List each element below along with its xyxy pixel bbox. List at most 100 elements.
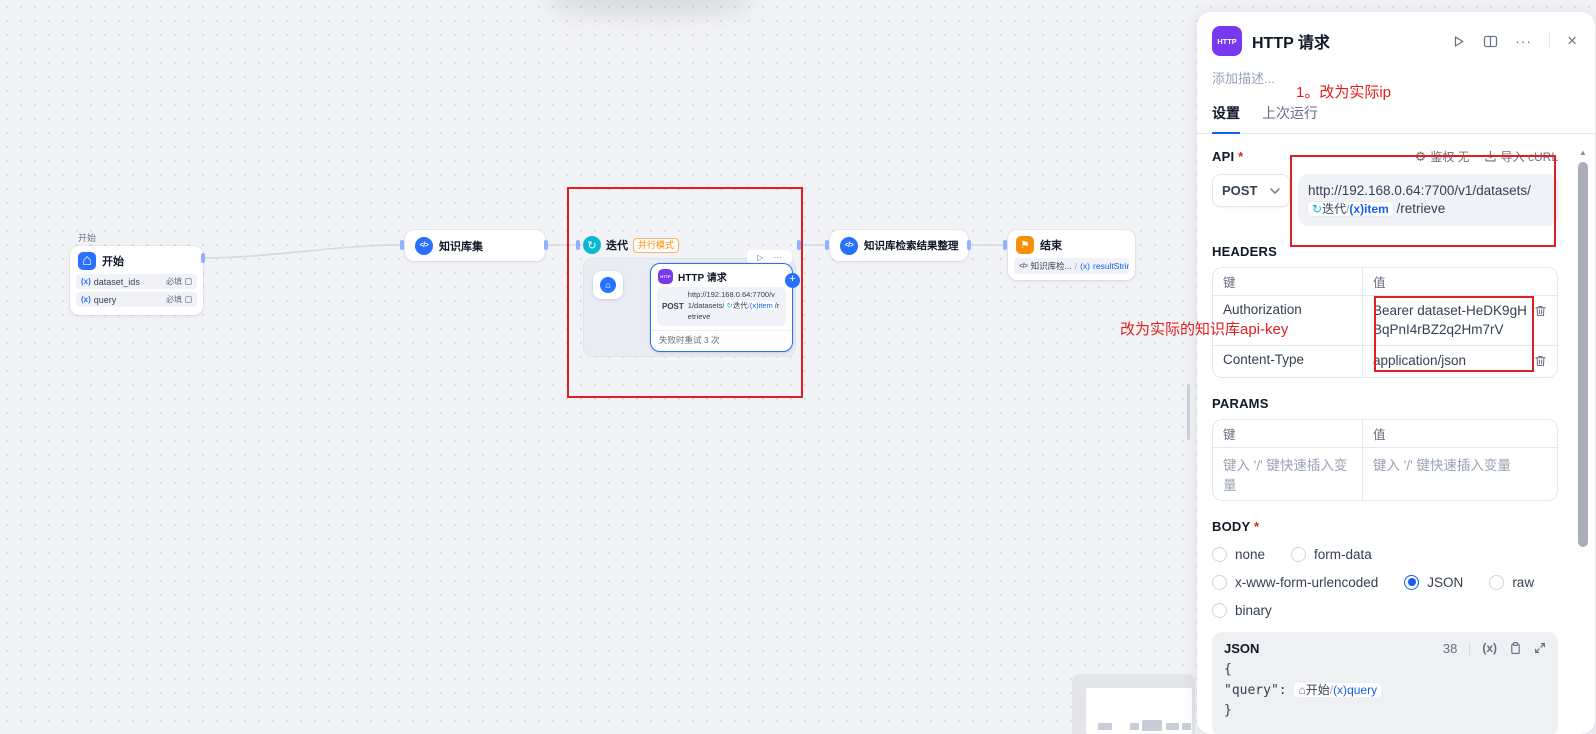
scrollbar-thumb[interactable] — [1578, 162, 1588, 547]
more-icon[interactable]: ··· — [774, 253, 782, 262]
body-type-binary[interactable]: binary — [1212, 603, 1272, 618]
organize-input-port[interactable] — [825, 240, 829, 250]
iteration-node-title: 迭代 — [606, 237, 628, 253]
radio-icon — [1212, 547, 1227, 562]
start-output-port[interactable] — [201, 253, 205, 263]
http-node-title: HTTP 请求 — [678, 269, 727, 284]
iteration-input-port[interactable] — [576, 240, 580, 250]
tab-settings[interactable]: 设置 — [1212, 103, 1240, 134]
kb-set-node-title: 知识库集 — [439, 238, 483, 254]
http-request-node[interactable]: HTTP HTTP 请求 POST http://192.168.0.64:77… — [650, 263, 793, 352]
import-curl-button[interactable]: 导入 cURL — [1484, 148, 1558, 165]
run-button[interactable] — [1451, 34, 1466, 49]
add-next-node-button[interactable]: + — [785, 273, 800, 288]
more-options-button[interactable]: ··· — [1515, 33, 1532, 49]
body-type-x-www-form-urlencoded[interactable]: x-www-form-urlencoded — [1212, 575, 1378, 590]
start-query-variable-badge: ⌂开始/(x)query — [1294, 683, 1381, 697]
http-icon: HTTP — [658, 269, 673, 284]
http-request-config-panel: HTTP HTTP 请求 ··· × 添加描述... 设置 上次运行 API *… — [1197, 12, 1595, 734]
home-icon: ⌂ — [600, 277, 616, 293]
description-input[interactable]: 添加描述... — [1197, 56, 1595, 87]
iteration-node-header[interactable]: ↻ 迭代 并行模式 — [583, 236, 679, 254]
col-value: 值 — [1363, 420, 1557, 447]
col-key: 键 — [1213, 268, 1363, 295]
divider — [1549, 33, 1550, 49]
panel-scrollbar[interactable]: ▲ — [1578, 148, 1588, 728]
json-editor-label: JSON — [1224, 641, 1443, 656]
field-type-icon — [185, 278, 192, 285]
organize-output-port[interactable] — [967, 240, 971, 250]
http-icon: HTTP — [1212, 26, 1242, 56]
char-count: 38 — [1443, 641, 1457, 656]
variable-icon: (x) — [81, 295, 91, 304]
kb-set-node[interactable]: </> 知识库集 — [405, 230, 545, 261]
http-node-url: POST http://192.168.0.64:7700/v1/dataset… — [657, 287, 786, 326]
json-body-editor[interactable]: JSON 38 (x) { "query": ⌂开始/(x)query } — [1212, 632, 1558, 734]
kb-output-port[interactable] — [544, 240, 548, 250]
var-name: dataset_ids — [94, 277, 140, 287]
header-row-authorization[interactable]: Authorization Bearer dataset-HeDK9gHBqPn… — [1213, 295, 1557, 344]
flag-icon: ⚑ — [1016, 236, 1034, 254]
code-icon: </> — [840, 237, 858, 255]
split-view-icon[interactable] — [1483, 34, 1498, 49]
organize-node[interactable]: </> 知识库检索结果整理 — [830, 230, 968, 261]
end-input-port[interactable] — [1003, 240, 1007, 250]
start-var-dataset-ids[interactable]: (x)dataset_ids 必填 — [76, 274, 197, 289]
iteration-loop-icon: ↻ — [583, 236, 601, 254]
auth-setting[interactable]: ⚙鉴权 无 — [1415, 148, 1470, 165]
delete-row-button[interactable] — [1534, 304, 1547, 321]
json-code[interactable]: { "query": ⌂开始/(x)query } — [1224, 660, 1546, 722]
body-type-json[interactable]: JSON — [1404, 575, 1463, 590]
iteration-toolbar[interactable]: ▷ ··· — [747, 250, 792, 264]
organize-node-title: 知识库检索结果整理 — [864, 238, 959, 253]
parallel-mode-badge: 并行模式 — [633, 238, 679, 253]
api-url-input[interactable]: http://192.168.0.64:7700/v1/datasets/ ↻迭… — [1298, 174, 1558, 226]
body-type-form-data[interactable]: form-data — [1291, 547, 1372, 562]
scroll-up-arrow[interactable]: ▲ — [1578, 148, 1588, 157]
tab-last-run[interactable]: 上次运行 — [1262, 103, 1318, 134]
variable-icon[interactable]: (x) — [1482, 641, 1497, 655]
chevron-down-icon — [1270, 188, 1280, 194]
start-node-outer-label: 开始 — [78, 231, 96, 244]
copy-icon[interactable] — [1509, 641, 1522, 655]
field-type-icon — [185, 296, 192, 303]
body-type-none[interactable]: none — [1212, 547, 1265, 562]
end-output-variable: </> 知识库检... / (x)resultString — [1014, 258, 1129, 274]
headers-table: 键 值 Authorization Bearer dataset-HeDK9gH… — [1212, 267, 1558, 377]
toolbar-shadow — [545, 0, 755, 14]
params-empty-row[interactable]: 键入 '/' 键快速插入变量 键入 '/' 键快速插入变量 — [1213, 447, 1557, 500]
start-var-query[interactable]: (x)query 必填 — [76, 292, 197, 307]
radio-icon — [1291, 547, 1306, 562]
var-name: query — [94, 295, 117, 305]
play-icon[interactable]: ▷ — [757, 253, 763, 262]
required-badge: 必填 — [166, 294, 182, 305]
iteration-output-port[interactable] — [797, 240, 801, 250]
delete-row-button[interactable] — [1534, 354, 1547, 371]
headers-section-label: HEADERS — [1212, 244, 1558, 259]
canvas-minimap[interactable] — [1072, 674, 1195, 734]
end-node-title: 结束 — [1040, 237, 1062, 253]
header-row-content-type[interactable]: Content-Type application/json — [1213, 345, 1557, 377]
variable-icon: (x) — [81, 277, 91, 286]
panel-title: HTTP 请求 — [1252, 29, 1441, 53]
end-node[interactable]: ⚑ 结束 </> 知识库检... / (x)resultString — [1008, 230, 1135, 280]
param-key-input[interactable]: 键入 '/' 键快速插入变量 — [1213, 448, 1363, 500]
panel-resize-grip[interactable] — [1187, 384, 1190, 440]
kb-input-port[interactable] — [400, 240, 404, 250]
start-node[interactable]: ⌂ 开始 (x)dataset_ids 必填 (x)query 必填 — [70, 246, 203, 315]
method-select[interactable]: POST — [1212, 174, 1290, 207]
col-value: 值 — [1363, 268, 1557, 295]
radio-icon — [1212, 603, 1227, 618]
iteration-start-node[interactable]: ⌂ — [593, 271, 623, 299]
params-section-label: PARAMS — [1212, 396, 1558, 411]
body-type-raw[interactable]: raw — [1489, 575, 1534, 590]
code-icon: </> — [415, 237, 433, 255]
iteration-item-variable-badge: ↻迭代/(x)item — [1308, 202, 1393, 216]
gear-icon: ⚙ — [1415, 150, 1427, 163]
expand-icon[interactable] — [1534, 642, 1546, 654]
params-table: 键 值 键入 '/' 键快速插入变量 键入 '/' 键快速插入变量 — [1212, 419, 1558, 501]
body-section-label: BODY * — [1212, 519, 1558, 534]
param-value-input[interactable]: 键入 '/' 键快速插入变量 — [1363, 448, 1557, 500]
close-panel-button[interactable]: × — [1567, 31, 1577, 51]
radio-icon — [1404, 575, 1419, 590]
